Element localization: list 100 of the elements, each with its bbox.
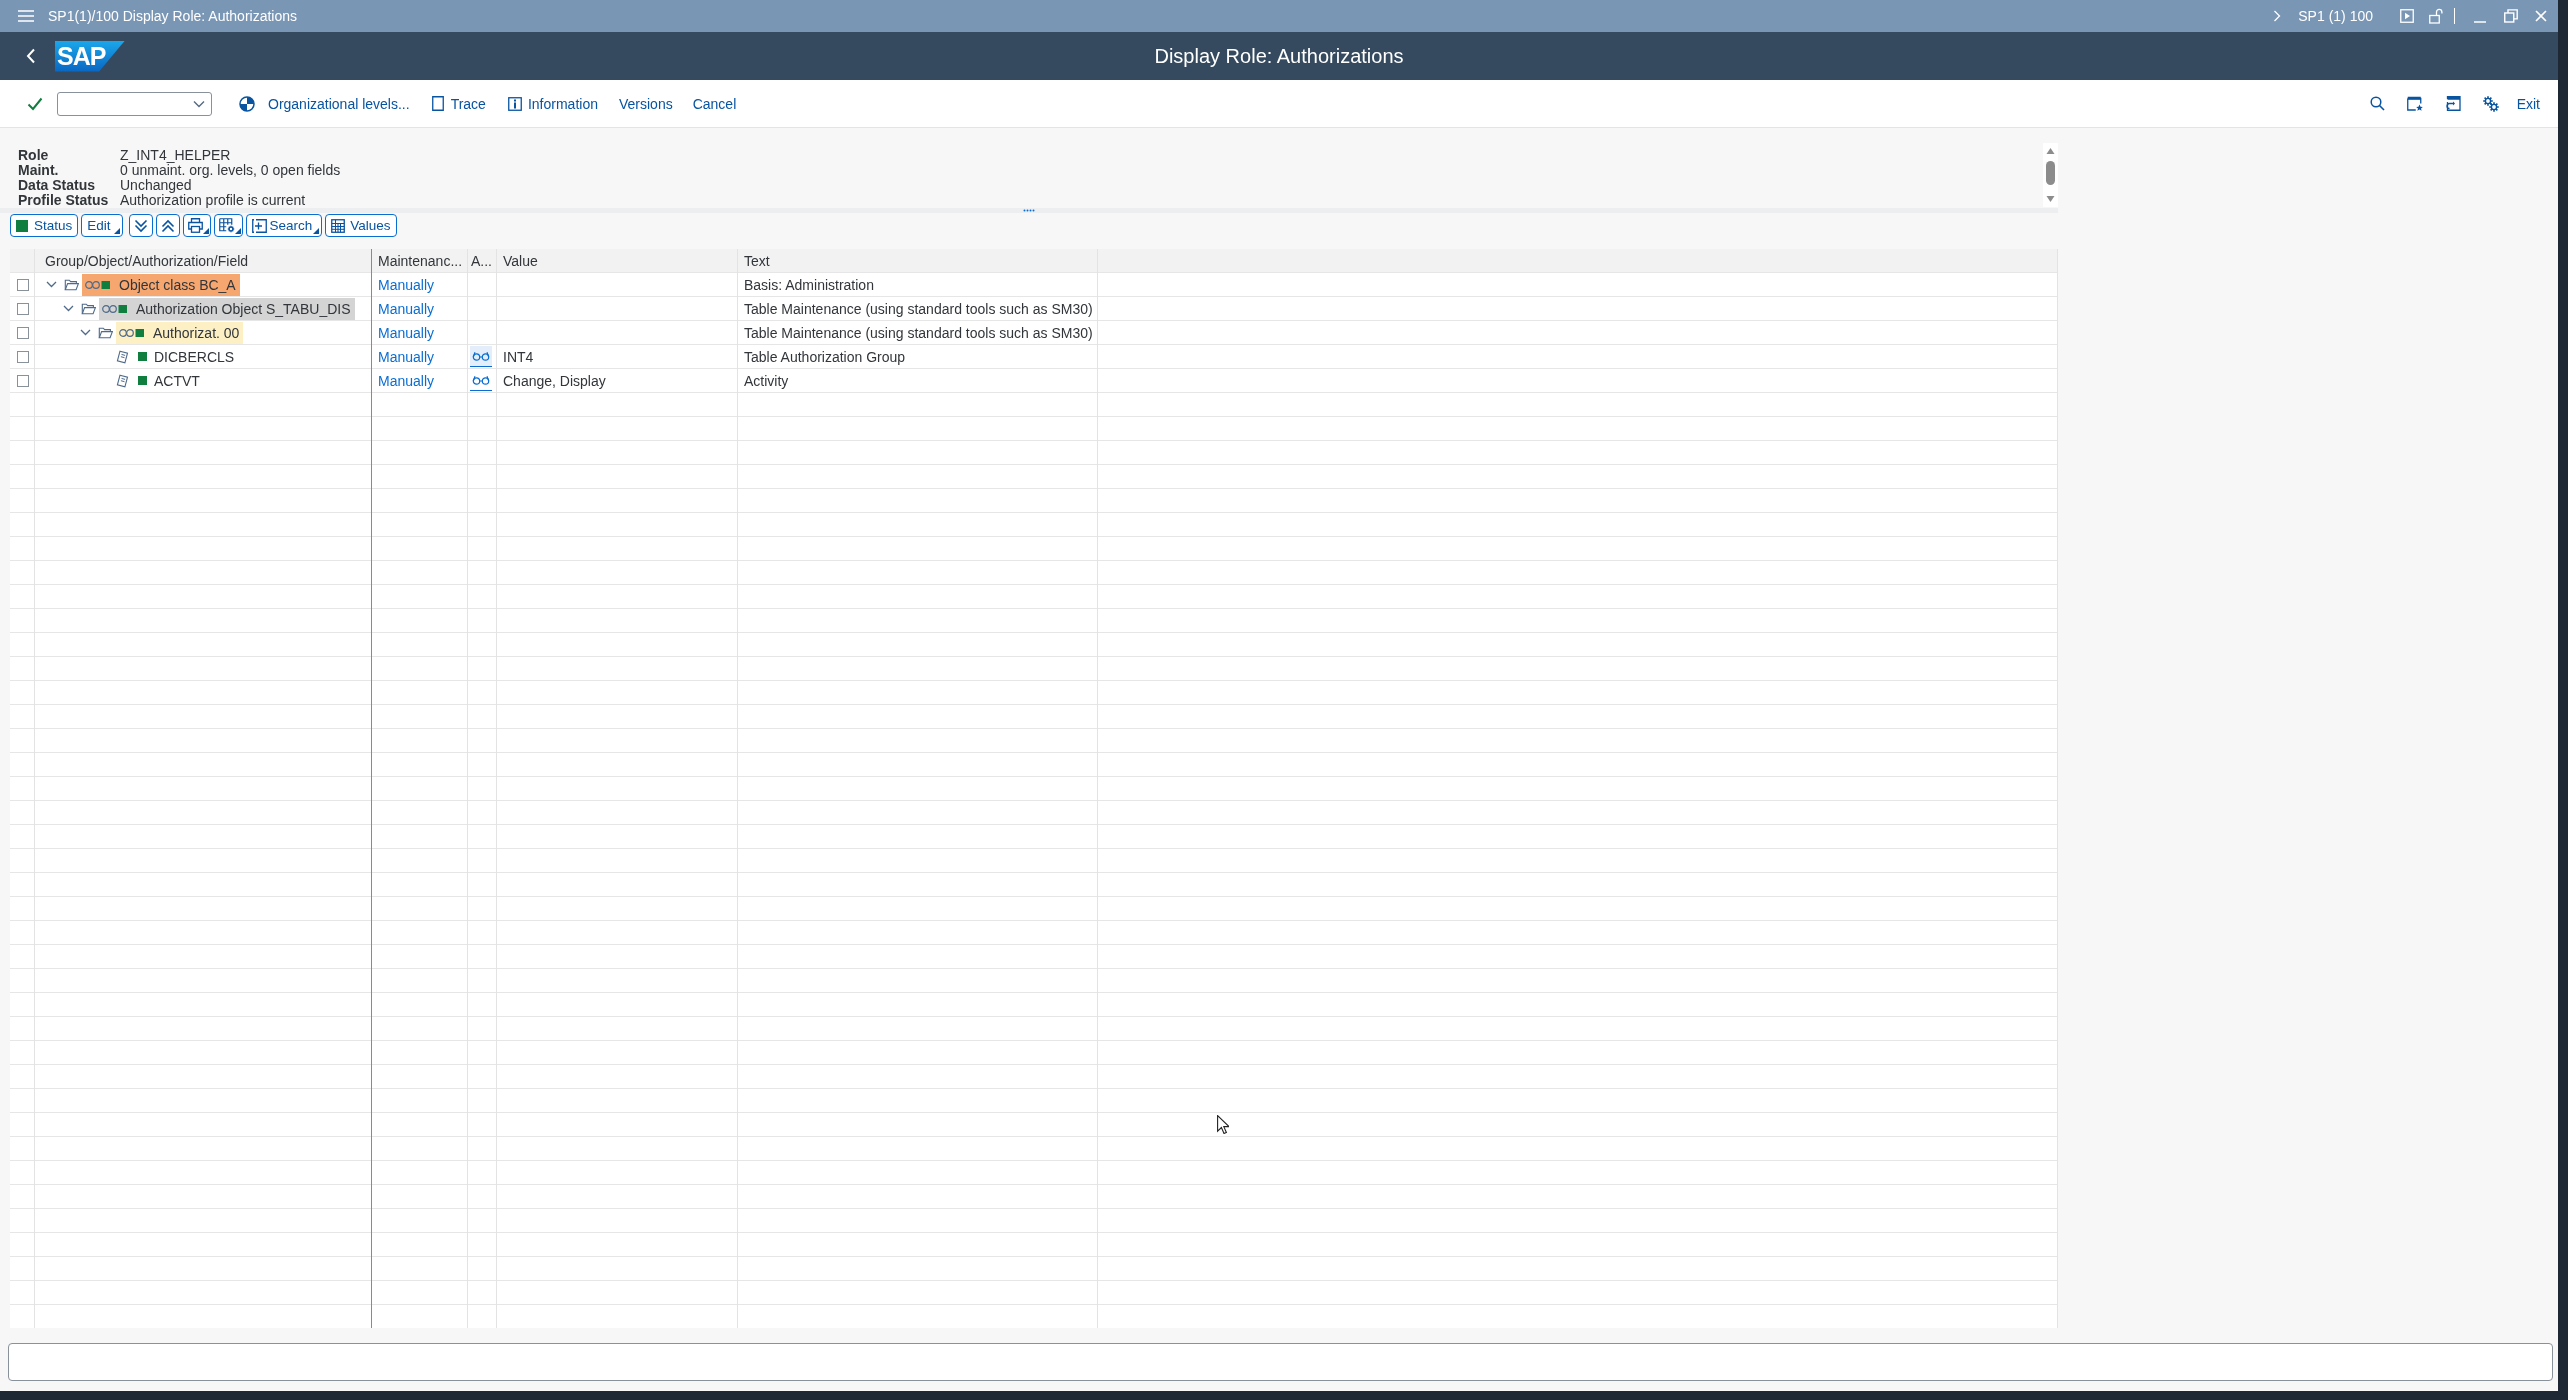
status-icon (16, 219, 28, 232)
folder-icon (64, 278, 79, 291)
tree-node[interactable]: Authorization Object S_TABU_DIS (99, 297, 355, 320)
command-field[interactable] (8, 1343, 2553, 1381)
description-text: Table Maintenance (using standard tools such as SM30) (744, 300, 1093, 317)
settings-icon[interactable] (2482, 95, 2499, 112)
tree-node[interactable]: Object class BC_A (82, 273, 240, 296)
info-icon (507, 96, 522, 111)
segmented-circle-icon[interactable] (239, 95, 255, 112)
maintenance-link[interactable]: Manually (378, 276, 435, 293)
status-button[interactable]: Status (10, 214, 79, 237)
menu-triangle-icon (113, 228, 120, 234)
collapse-all-button[interactable] (155, 214, 180, 237)
field-value: Unchanged (120, 178, 192, 193)
system-label: SP1 (1) 100 (2298, 8, 2373, 24)
chevron-down-icon[interactable] (46, 281, 57, 288)
layout-button[interactable] (213, 214, 243, 237)
status-lights-icon (85, 279, 111, 290)
status-lights-icon (119, 327, 145, 338)
chevron-down-icon[interactable] (80, 329, 91, 336)
note-icon (116, 373, 129, 388)
field-label: Role (18, 148, 50, 163)
exit-button[interactable]: Exit (2516, 91, 2540, 116)
frame-icon (431, 96, 444, 111)
checkbox[interactable] (16, 326, 29, 339)
column-header[interactable]: Maintenanc... (378, 252, 463, 269)
status-lights-icon (102, 303, 128, 314)
unlock-icon[interactable] (2429, 8, 2443, 24)
maintenance-link[interactable]: Manually (378, 324, 435, 341)
command-dropdown[interactable] (57, 91, 212, 116)
maintenance-link[interactable]: Manually (378, 372, 435, 389)
field-label: Data Status (18, 178, 97, 193)
maintenance-link[interactable]: Manually (378, 348, 435, 365)
glasses-icon (472, 351, 490, 361)
values-display-button[interactable] (470, 346, 492, 367)
folder-icon (98, 326, 113, 339)
grip-icon[interactable] (1023, 209, 1035, 212)
value-text: Change, Display (503, 372, 606, 389)
column-header[interactable]: Text (744, 252, 770, 269)
organizational-levels-button[interactable]: Organizational levels... (268, 91, 410, 116)
chevron-right-icon[interactable] (2273, 10, 2282, 22)
scrollbar[interactable] (2043, 143, 2058, 207)
play-box-icon[interactable] (2400, 9, 2414, 23)
table-icon (331, 218, 346, 233)
description-text: Table Maintenance (using standard tools such as SM30) (744, 324, 1093, 341)
menu-icon[interactable] (18, 10, 34, 22)
description-text: Activity (744, 372, 789, 389)
menu-triangle-icon (313, 228, 320, 234)
maintenance-link[interactable]: Manually (378, 300, 435, 317)
folder-icon (81, 302, 96, 315)
checkbox[interactable] (16, 374, 29, 387)
back-icon[interactable] (26, 48, 36, 64)
chevron-down-icon[interactable] (63, 305, 74, 312)
field-value: Authorization profile is current (120, 193, 307, 208)
field-value: 0 unmaint. org. levels, 0 open fields (120, 163, 341, 178)
tree-node[interactable]: ACTVT (154, 372, 200, 389)
printer-icon (187, 218, 203, 233)
window-arrow-icon[interactable] (2444, 96, 2461, 111)
double-chevron-down-icon (133, 218, 148, 233)
menu-triangle-icon (202, 228, 209, 234)
checkbox[interactable] (16, 278, 29, 291)
mouse-pointer-icon (1217, 1115, 1229, 1134)
field-label: Maint. (18, 163, 60, 178)
window-title: SP1(1)/100 Display Role: Authorizations (48, 8, 298, 24)
expand-all-button[interactable] (128, 214, 153, 237)
logo[interactable]: SAP (55, 40, 125, 72)
tree-node[interactable]: Authorizat. 00 (116, 321, 244, 344)
tree-node[interactable]: DICBERCLS (154, 348, 235, 365)
column-header[interactable]: Value (503, 252, 538, 269)
note-icon (116, 349, 129, 364)
checkbox[interactable] (16, 350, 29, 363)
trace-button[interactable]: Trace (431, 91, 486, 116)
cancel-button[interactable]: Cancel (692, 91, 737, 116)
column-header[interactable]: A... (471, 252, 492, 269)
description-text: Table Authorization Group (744, 348, 906, 365)
checkbox[interactable] (16, 302, 29, 315)
value-text: INT4 (503, 348, 534, 365)
status-icon (138, 376, 147, 385)
status-icon (138, 352, 147, 361)
edit-button[interactable]: Edit (81, 214, 123, 237)
menu-triangle-icon (234, 228, 241, 234)
versions-button[interactable]: Versions (618, 91, 673, 116)
values-button[interactable]: Values (325, 214, 397, 237)
search-icon[interactable] (2369, 96, 2385, 111)
double-chevron-up-icon (160, 218, 175, 233)
page-title: Display Role: Authorizations (1154, 44, 1404, 68)
field-value: Z_INT4_HELPER (120, 148, 232, 163)
column-header[interactable]: Group/Object/Authorization/Field (45, 252, 249, 269)
box-plus-icon (251, 218, 267, 233)
restore-icon[interactable] (2504, 9, 2518, 23)
chevron-down-icon (193, 99, 205, 108)
information-button[interactable]: Information (507, 91, 598, 116)
close-icon[interactable] (2535, 10, 2547, 22)
window-star-icon[interactable] (2406, 96, 2423, 111)
print-button[interactable] (182, 214, 211, 237)
description-text: Basis: Administration (744, 276, 874, 293)
grid-gear-icon (218, 218, 235, 233)
checkmark-icon[interactable] (27, 96, 43, 111)
glasses-icon (472, 375, 490, 385)
search-button[interactable]: Search (245, 214, 323, 237)
